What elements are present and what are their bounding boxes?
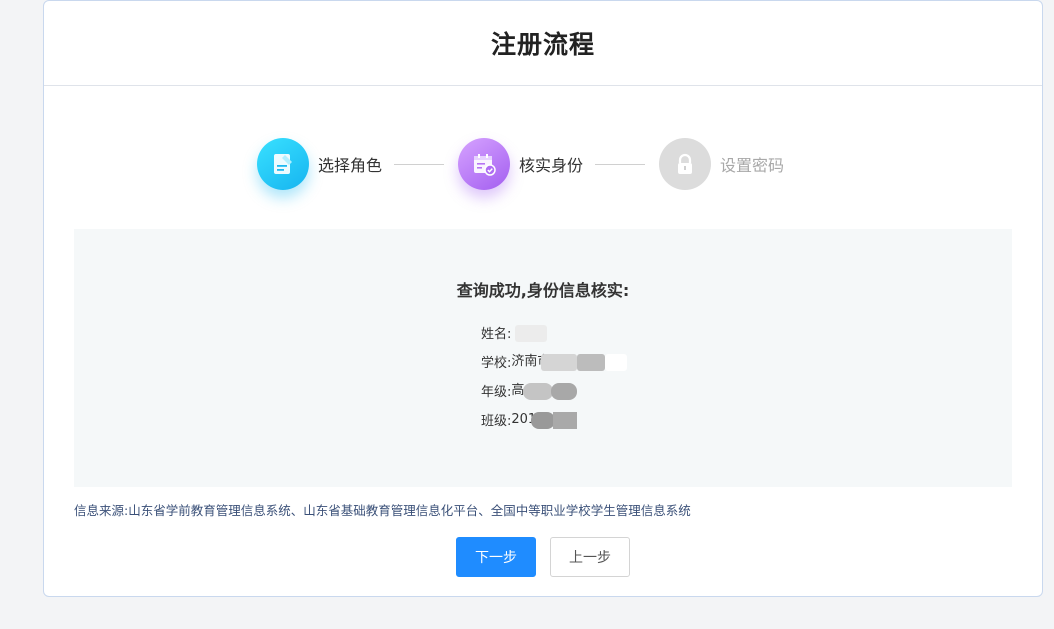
info-row-school: 学校: 济南市 [481, 347, 628, 376]
next-step-button[interactable]: 下一步 [456, 537, 536, 577]
redaction-mask [515, 324, 548, 342]
calendar-check-icon [458, 138, 511, 190]
redaction-mask [541, 353, 578, 371]
field-value-school: 济南市 [511, 353, 628, 371]
data-source-note: 信息来源:山东省学前教育管理信息系统、山东省基础教育管理信息化平台、全国中等职业… [74, 503, 691, 518]
registration-card: 注册流程 选择角色 核实身份 设置密码 查询成功,身份信息核实: 姓名: 学校:… [43, 0, 1043, 597]
field-label-name: 姓名: [481, 327, 512, 342]
verification-fields: 姓名: 学校: 济南市 年级: 高 班级: 201 [481, 318, 628, 434]
step-set-password: 设置密码 [659, 138, 784, 190]
step-connector [394, 163, 445, 165]
step-select-role: 选择角色 [257, 138, 382, 190]
field-value-name [511, 324, 548, 342]
step-connector [595, 163, 646, 165]
previous-step-button[interactable]: 上一步 [550, 537, 630, 577]
step-label-verify-identity: 核实身份 [519, 156, 584, 175]
verification-panel: 查询成功,身份信息核实: 姓名: 学校: 济南市 年级: 高 班级: 201 [74, 229, 1012, 487]
progress-steps: 选择角色 核实身份 设置密码 [257, 138, 784, 190]
step-label-set-password: 设置密码 [720, 156, 785, 175]
redaction-mask [531, 411, 556, 429]
field-value-grade: 高 [511, 382, 578, 400]
edit-document-icon [257, 138, 309, 190]
redaction-mask [605, 353, 628, 371]
redaction-mask [577, 353, 606, 371]
step-label-select-role: 选择角色 [318, 156, 383, 175]
redaction-mask [523, 382, 554, 400]
card-header: 注册流程 [44, 1, 1042, 86]
info-row-class: 班级: 201 [481, 405, 578, 434]
step-verify-identity: 核实身份 [458, 138, 583, 190]
redaction-mask [553, 411, 578, 429]
field-label-class: 班级: [481, 414, 512, 429]
lock-icon [659, 138, 712, 190]
verification-title: 查询成功,身份信息核实: [456, 281, 630, 300]
field-label-school: 学校: [481, 356, 512, 371]
field-value-class: 201 [511, 411, 578, 429]
field-label-grade: 年级: [481, 385, 512, 400]
info-row-grade: 年级: 高 [481, 376, 578, 405]
info-row-name: 姓名: [481, 318, 550, 347]
redaction-mask [551, 382, 578, 400]
page-title: 注册流程 [490, 30, 595, 59]
